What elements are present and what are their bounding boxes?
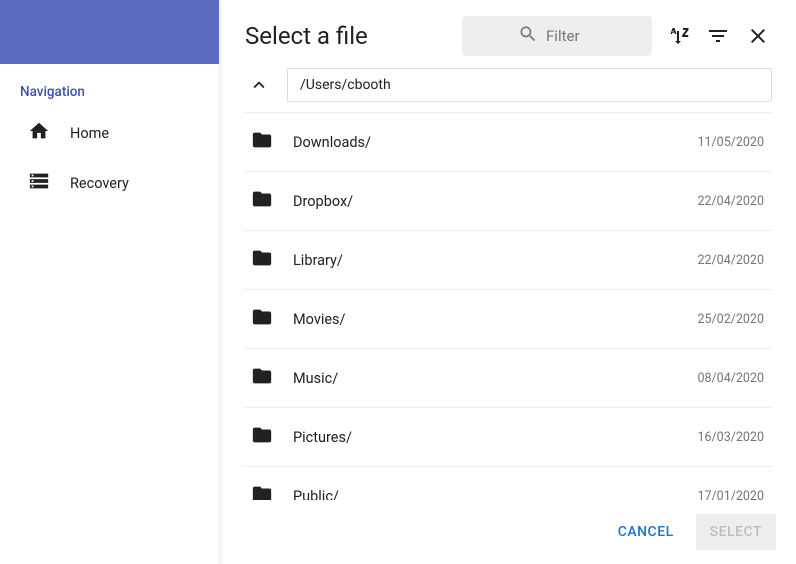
- file-date: 11/05/2020: [697, 135, 764, 150]
- file-row[interactable]: Movies/ 25/02/2020: [243, 290, 772, 349]
- filter-box[interactable]: [462, 16, 652, 56]
- action-bar: Cancel Select: [219, 500, 796, 564]
- file-row[interactable]: Pictures/ 16/03/2020: [243, 408, 772, 467]
- dialog-title: Select a file: [245, 22, 368, 50]
- folder-icon: [251, 365, 273, 391]
- file-date: 22/04/2020: [697, 253, 764, 268]
- filter-input[interactable]: [546, 27, 596, 45]
- file-list[interactable]: Downloads/ 11/05/2020 Dropbox/ 22/04/202…: [219, 112, 796, 500]
- path-input[interactable]: [287, 68, 772, 102]
- file-row[interactable]: Public/ 17/01/2020: [243, 467, 772, 500]
- folder-icon: [251, 424, 273, 450]
- file-date: 17/01/2020: [697, 489, 764, 501]
- search-icon: [518, 24, 538, 48]
- close-button[interactable]: [744, 22, 772, 50]
- file-date: 08/04/2020: [697, 371, 764, 386]
- sidebar-header: [0, 0, 219, 64]
- file-name: Downloads/: [293, 134, 677, 151]
- file-name: Public/: [293, 488, 677, 501]
- file-name: Library/: [293, 252, 677, 269]
- filter-list-button[interactable]: [704, 22, 732, 50]
- folder-icon: [251, 129, 273, 155]
- file-name: Pictures/: [293, 429, 677, 446]
- file-row[interactable]: Dropbox/ 22/04/2020: [243, 172, 772, 231]
- file-name: Music/: [293, 370, 677, 387]
- file-date: 25/02/2020: [697, 312, 764, 327]
- sidebar-item-home[interactable]: Home: [0, 108, 219, 158]
- folder-icon: [251, 247, 273, 273]
- sidebar-item-recovery[interactable]: Recovery: [0, 158, 219, 208]
- toolbar: Select a file: [219, 0, 796, 68]
- sidebar-item-label: Home: [70, 125, 109, 142]
- file-date: 22/04/2020: [697, 194, 764, 209]
- file-row[interactable]: Library/ 22/04/2020: [243, 231, 772, 290]
- sidebar-item-label: Recovery: [70, 175, 129, 192]
- file-date: 16/03/2020: [697, 430, 764, 445]
- navigation-title: Navigation: [0, 64, 219, 108]
- file-name: Movies/: [293, 311, 677, 328]
- folder-icon: [251, 306, 273, 332]
- folder-icon: [251, 188, 273, 214]
- folder-icon: [251, 483, 273, 500]
- cancel-button[interactable]: Cancel: [604, 514, 688, 550]
- select-button: Select: [696, 514, 776, 550]
- storage-icon: [28, 170, 50, 196]
- file-dialog: Select a file Downloads/ 11/05/2020: [219, 0, 796, 564]
- file-row[interactable]: Downloads/ 11/05/2020: [243, 112, 772, 172]
- file-name: Dropbox/: [293, 193, 677, 210]
- go-up-button[interactable]: [243, 69, 275, 101]
- home-icon: [28, 120, 50, 146]
- sort-az-button[interactable]: [664, 22, 692, 50]
- path-row: [219, 68, 796, 112]
- file-row[interactable]: Music/ 08/04/2020: [243, 349, 772, 408]
- sidebar: Navigation Home Recovery: [0, 0, 219, 564]
